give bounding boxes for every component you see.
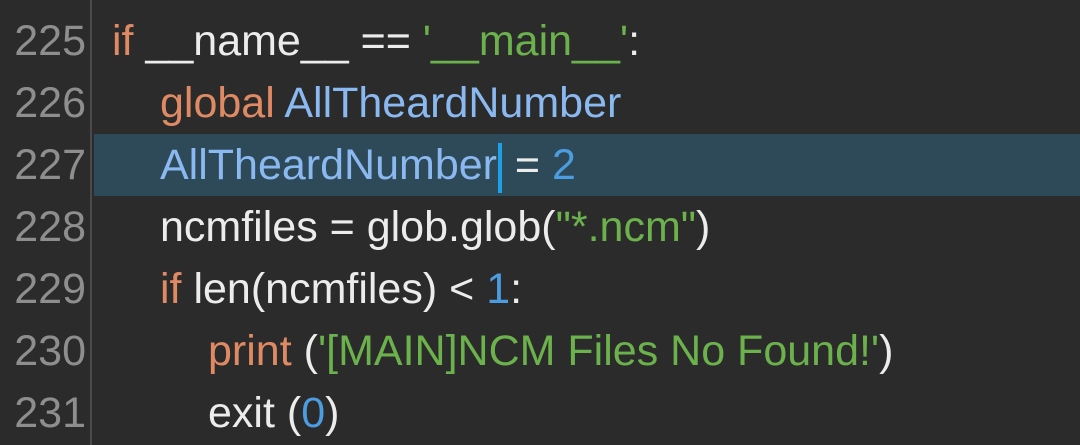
line-number-228: 228: [14, 203, 86, 251]
number-token: 1: [486, 265, 511, 313]
code-line[interactable]: if len(ncmfiles) < 1:: [94, 258, 1080, 320]
line-number-227: 227: [14, 141, 86, 189]
code-line[interactable]: ncmfiles = glob.glob("*.ncm"): [94, 196, 1080, 258]
plain-token: :: [628, 17, 641, 65]
keyword-token: global: [160, 79, 275, 127]
line-number-229: 229: [14, 265, 86, 313]
string-token: "*.ncm": [555, 203, 697, 251]
code-content: AllTheardNumber = 2: [160, 134, 576, 196]
text-cursor: [497, 142, 502, 193]
code-line[interactable]: exit (0): [94, 382, 1080, 444]
plain-token: __name__ ==: [133, 17, 423, 65]
plain-token: (: [291, 327, 318, 375]
line-number-231: 231: [14, 389, 86, 437]
code-text-area[interactable]: if __name__ == '__main__': global AllThe…: [94, 0, 1080, 445]
code-line[interactable]: print ('[MAIN]NCM Files No Found!'): [94, 320, 1080, 382]
keyword-token: if: [112, 17, 134, 65]
line-number-230: 230: [14, 327, 86, 375]
code-content: ncmfiles = glob.glob("*.ncm"): [160, 196, 710, 258]
function-token: print: [208, 327, 292, 375]
string-token: '[MAIN]NCM Files No Found!': [317, 327, 880, 375]
code-content: print ('[MAIN]NCM Files No Found!'): [208, 320, 893, 382]
code-content: global AllTheardNumber: [160, 72, 621, 134]
code-line[interactable]: global AllTheardNumber: [94, 72, 1080, 134]
plain-token: ncmfiles = glob.glob(: [160, 203, 556, 251]
keyword-token: if: [160, 265, 182, 313]
plain-token: ): [696, 203, 711, 251]
plain-token: ): [325, 389, 340, 437]
plain-token: =: [502, 141, 552, 189]
plain-token: exit (: [208, 389, 302, 437]
line-number-225: 225: [14, 17, 86, 65]
plain-token: ): [879, 327, 894, 375]
code-editor[interactable]: 225 226 227 228 229 230 231 if __name__ …: [0, 0, 1080, 445]
number-token: 0: [301, 389, 326, 437]
line-number-gutter: 225 226 227 228 229 230 231: [0, 0, 92, 445]
number-token: 2: [551, 141, 576, 189]
code-content: if len(ncmfiles) < 1:: [160, 258, 522, 320]
string-token: '__main__': [422, 17, 629, 65]
code-content: exit (0): [208, 382, 339, 444]
code-line[interactable]: if __name__ == '__main__':: [94, 10, 1080, 72]
identifier-token: AllTheardNumber: [284, 79, 622, 127]
code-content: if __name__ == '__main__':: [112, 10, 640, 72]
identifier-token: AllTheardNumber: [160, 141, 497, 189]
line-number-226: 226: [14, 79, 86, 127]
current-code-line[interactable]: AllTheardNumber = 2: [94, 134, 1080, 196]
plain-token: len(ncmfiles) <: [181, 265, 487, 313]
plain-token: :: [510, 265, 523, 313]
